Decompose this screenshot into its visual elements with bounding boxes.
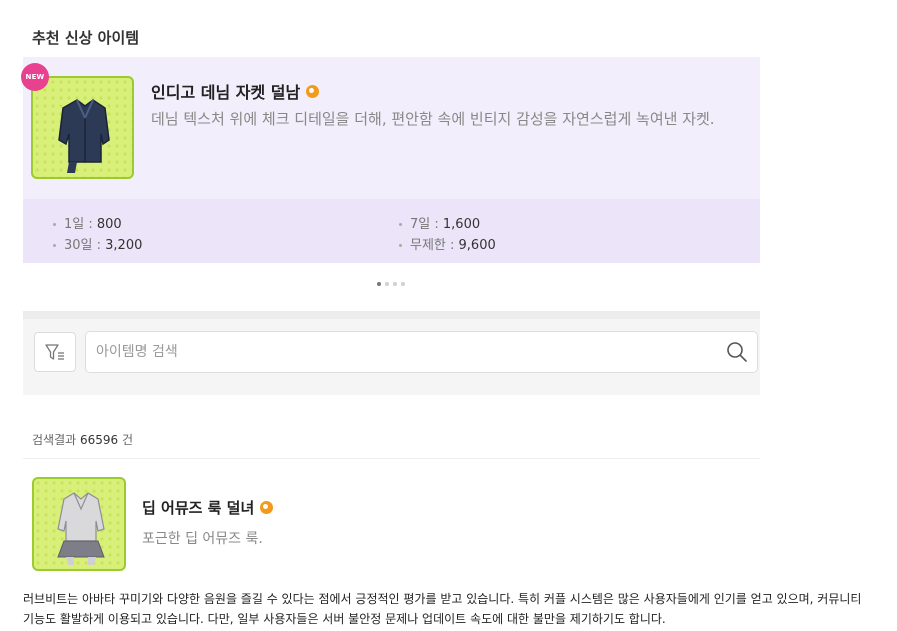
- recommended-item-thumbnail[interactable]: [31, 76, 134, 179]
- item-name-text: 딥 어뮤즈 룩 덜녀: [142, 499, 255, 517]
- section-title: 추천 신상 아이템: [32, 29, 140, 47]
- item-name[interactable]: 딥 어뮤즈 룩 덜녀: [142, 497, 274, 518]
- footer-text: 러브비트는 아바타 꾸미기와 다양한 음원을 즐길 수 있다는 점에서 긍정적인…: [23, 592, 862, 626]
- jacket-icon: [58, 99, 110, 173]
- section-divider: [23, 311, 760, 319]
- filter-icon: [45, 344, 64, 360]
- coin-icon: [306, 84, 320, 98]
- outfit-icon: [57, 492, 105, 565]
- recommended-item-card[interactable]: NEW 인디고 데님 자켓 덜남 데님 텍스처 위에 체크 디테일을 더해, 편…: [21, 57, 760, 263]
- recommended-item-name-text: 인디고 데님 자켓 덜남: [151, 83, 301, 102]
- recommended-item-top: NEW 인디고 데님 자켓 덜남 데님 텍스처 위에 체크 디테일을 더해, 편…: [21, 57, 760, 199]
- price-unlimited: 무제한 : 9,600: [399, 234, 496, 253]
- price-1day: 1일 : 800: [53, 213, 122, 232]
- coin-icon: [260, 501, 274, 514]
- result-count: 검색결과 66596 건: [32, 433, 134, 447]
- search-box: [85, 331, 758, 373]
- price-panel: 1일 : 800 7일 : 1,600 30일 : 3,200 무제한 : 9,…: [23, 199, 760, 263]
- price-30day: 30일 : 3,200: [53, 234, 142, 253]
- item-description: 포근한 딥 어뮤즈 룩.: [142, 531, 263, 547]
- item-thumbnail[interactable]: [32, 477, 126, 571]
- recommended-item-name[interactable]: 인디고 데님 자켓 덜남: [151, 79, 320, 103]
- recommended-item-description: 데님 텍스처 위에 체크 디테일을 더해, 편안함 속에 빈티지 감성을 자연스…: [151, 110, 715, 128]
- price-7day: 7일 : 1,600: [399, 213, 480, 232]
- search-icon[interactable]: [725, 340, 749, 364]
- pager-dot[interactable]: [377, 282, 381, 286]
- pager-dot[interactable]: [393, 282, 397, 286]
- search-input[interactable]: [96, 332, 716, 372]
- filter-button[interactable]: [34, 332, 76, 372]
- pager-dot[interactable]: [401, 282, 405, 286]
- new-badge: NEW: [21, 63, 49, 91]
- pager-dot[interactable]: [385, 282, 389, 286]
- carousel-pager: [377, 282, 405, 286]
- result-divider: [23, 458, 760, 459]
